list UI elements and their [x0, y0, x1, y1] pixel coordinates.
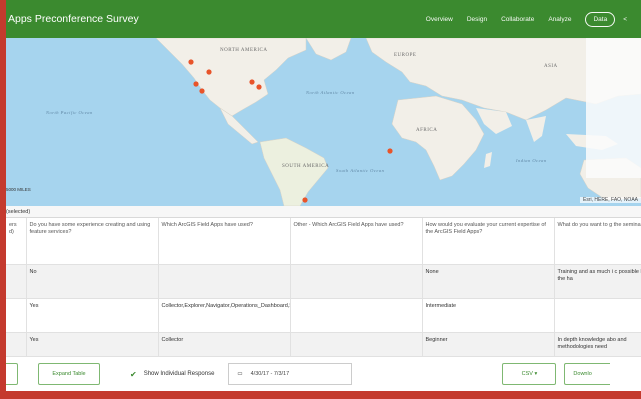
response-marker[interactable] [256, 84, 262, 90]
date-range-value: 4/30/17 - 7/3/17 [250, 371, 290, 377]
marker-layer [188, 59, 393, 203]
table-cell: No [26, 264, 159, 299]
tab-overview[interactable]: Overview [426, 16, 453, 23]
collapse-button[interactable] [6, 363, 18, 385]
tab-data[interactable]: Data [585, 11, 616, 27]
share-icon[interactable]: < [623, 16, 627, 23]
response-marker[interactable] [193, 81, 199, 87]
table-cell [554, 298, 641, 333]
date-range-picker[interactable]: ▭ 4/30/17 - 7/3/17 [228, 363, 353, 385]
show-individual-toggle[interactable]: ✔ Show Individual Response [130, 370, 214, 379]
tab-analyze[interactable]: Analyze [548, 16, 571, 23]
table-row[interactable]: Yes Collector,Explorer,Navigator,Operati… [6, 298, 641, 333]
table-cell: Beginner [422, 332, 555, 356]
download-button[interactable]: Downlo [564, 363, 611, 385]
response-marker[interactable] [188, 59, 194, 65]
table-cell: None [422, 264, 555, 299]
column-header[interactable]: How would you evaluate your current expe… [422, 218, 555, 265]
survey-title: Apps Preconference Survey [8, 13, 139, 25]
table-cell [6, 332, 27, 356]
app-window: Apps Preconference Survey Overview Desig… [6, 0, 641, 391]
response-marker[interactable] [206, 69, 212, 75]
table-cell: Yes [26, 298, 159, 333]
calendar-icon: ▭ [237, 371, 243, 377]
table-cell [6, 298, 27, 333]
map-view[interactable]: NORTH AMERICA EUROPE ASIA AFRICA SOUTH A… [6, 38, 641, 206]
tab-design[interactable]: Design [467, 16, 487, 23]
response-marker[interactable] [199, 88, 205, 94]
expand-table-button[interactable]: Expand Table [38, 363, 100, 385]
table-cell: Yes [26, 332, 159, 356]
column-header[interactable]: ers d) [6, 218, 27, 265]
response-marker[interactable] [387, 148, 393, 154]
table-header-row: ers d) Do you have some experience creat… [6, 218, 641, 265]
table-cell [290, 298, 423, 333]
table-cell: Collector,Explorer,Navigator,Operations_… [158, 298, 291, 333]
responses-table[interactable]: (selected) ers d) Do you have some exper… [6, 206, 641, 356]
table-cell: Collector [158, 332, 291, 356]
csv-dropdown-button[interactable]: CSV ▾ [502, 363, 557, 385]
column-header[interactable]: Which ArcGIS Field Apps have used? [158, 218, 291, 265]
table-row[interactable]: Yes Collector Beginner In depth knowledg… [6, 332, 641, 356]
data-table: ers d) Do you have some experience creat… [6, 218, 641, 356]
response-marker[interactable] [302, 197, 308, 203]
table-cell: In depth knowledge abo and methodologies… [554, 332, 641, 356]
table-cell: Training and as much i c possible learn … [554, 264, 641, 299]
table-cell [290, 332, 423, 356]
checkmark-icon: ✔ [130, 369, 137, 379]
bottom-toolbar: Expand Table ✔ Show Individual Response … [6, 356, 641, 391]
show-individual-label: Show Individual Response [143, 371, 215, 377]
tab-collaborate[interactable]: Collaborate [501, 16, 534, 23]
table-cell [158, 264, 291, 299]
column-header[interactable]: Do you have some experience creating and… [26, 218, 159, 265]
table-cell: Intermediate [422, 298, 555, 333]
table-title: (selected) [6, 206, 641, 218]
column-header[interactable]: What do you want to g the seminar? [554, 218, 641, 265]
table-cell [290, 264, 423, 299]
table-row[interactable]: No None Training and as much i c possibl… [6, 264, 641, 299]
app-header: Apps Preconference Survey Overview Desig… [6, 0, 641, 38]
response-marker[interactable] [249, 79, 255, 85]
top-nav: Overview Design Collaborate Analyze Data… [426, 11, 641, 27]
table-cell [6, 264, 27, 299]
column-header[interactable]: Other - Which ArcGIS Field Apps have use… [290, 218, 423, 265]
